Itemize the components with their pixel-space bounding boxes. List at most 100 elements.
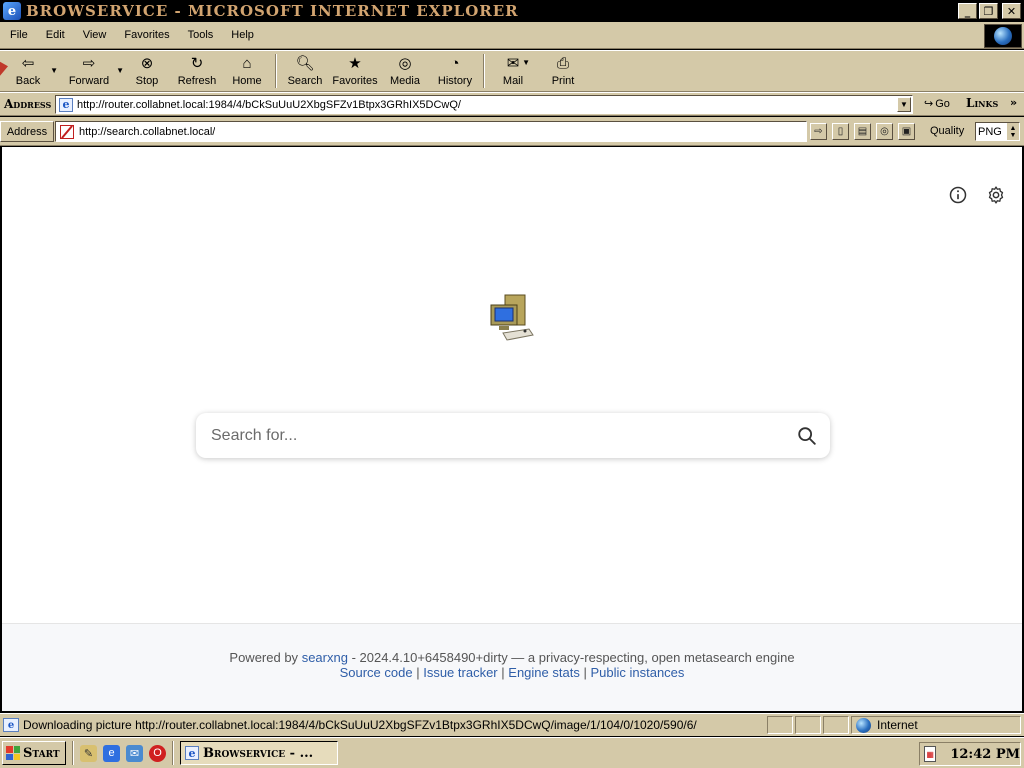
refresh-icon: ↻ [190,55,204,72]
menu-edit[interactable]: Edit [36,29,73,41]
bookmarks-list-icon[interactable]: ▤ [854,123,871,140]
menu-file[interactable]: File [0,29,36,41]
print-button[interactable]: ⎙ Print [538,54,588,90]
footer-links: Source code | Issue tracker | Engine sta… [2,665,1022,680]
mail-dropdown-icon[interactable]: ▼ [522,58,530,67]
status-panel [823,716,849,734]
footer-separator: | [501,665,505,680]
toolbar-separator [275,54,277,88]
media-icon: ◎ [398,55,412,72]
status-bar: e Downloading picture http://router.coll… [0,713,1024,736]
mail-button[interactable]: ✉ Mail ▼ [488,54,538,90]
search-button[interactable]: 🔍︎ Search [280,54,330,90]
public-instances-link[interactable]: Public instances [590,665,684,680]
address-toolbar: Address e http://router.collabnet.local:… [0,92,1024,116]
menu-favorites[interactable]: Favorites [114,29,177,41]
favorites-icon: ★ [348,55,362,72]
footer-separator: | [583,665,587,680]
clock[interactable]: 12:42 PM [950,747,1020,762]
forward-label: Forward [68,75,110,87]
stop-button[interactable]: ⊗ Stop [122,54,172,90]
task-label: Browservice - ... [203,745,314,761]
menu-bar: File Edit View Favorites Tools Help [0,22,1024,49]
address-url[interactable]: http://router.collabnet.local:1984/4/bCk… [77,99,461,111]
outlook-express-icon[interactable]: ✉ [126,744,143,762]
ie-app-icon[interactable]: e [3,2,21,20]
close-button[interactable]: ✕ [1002,3,1021,19]
media-label: Media [390,75,420,87]
searxng-link[interactable]: searxng [302,650,348,665]
page-top-icons [948,185,1006,205]
quality-select[interactable]: PNG ▲ ▼ [975,122,1020,141]
inner-address-label: Address [0,121,54,142]
find-icon[interactable]: ◎ [876,123,893,140]
taskbar: Start ✎ e ✉ O e Browservice - ... ▦ 12:4… [0,737,1024,768]
address-dropdown-icon[interactable]: ▼ [897,97,911,112]
links-chevron-icon[interactable]: » [1010,96,1017,109]
start-button[interactable]: Start [2,741,66,765]
internet-zone-icon [856,717,871,733]
page-footer: Powered by searxng - 2024.4.10+6458490+d… [2,623,1022,711]
browservice-toolbar: Address http://search.collabnet.local/ ⇨… [0,117,1024,146]
mail-icon: ✉ [506,55,520,72]
engine-stats-link[interactable]: Engine stats [508,665,580,680]
inner-address-input[interactable]: http://search.collabnet.local/ [55,121,807,142]
search-globe-icon: 🔍︎ [295,55,315,72]
windows-logo-icon [6,746,20,760]
menu-view[interactable]: View [73,29,115,41]
go-label: Go [935,97,950,110]
internet-explorer-icon[interactable]: e [103,744,120,762]
taskbar-window-button[interactable]: e Browservice - ... [180,741,338,765]
menu-help[interactable]: Help [221,29,262,41]
menu-tools[interactable]: Tools [178,29,222,41]
links-label[interactable]: Links [966,96,998,110]
title-bar: e Browservice - Microsoft Internet Explo… [0,0,1024,22]
search-icon[interactable] [796,425,818,447]
home-icon: ⌂ [242,54,252,72]
zone-label: Internet [877,718,918,732]
search-input[interactable] [196,426,796,445]
minimize-button[interactable]: _ [958,3,977,19]
forward-button[interactable]: ⇨ Forward ▼ [56,54,124,90]
status-panel [767,716,793,734]
favorites-button[interactable]: ★ Favorites [330,54,380,90]
home-label: Home [232,75,262,87]
media-button[interactable]: ◎ Media [380,54,430,90]
start-label: Start [23,745,60,761]
opera-icon[interactable]: O [149,744,166,762]
info-icon[interactable] [948,185,968,205]
history-button[interactable]: ◔ History [430,54,480,90]
bookmark-icon[interactable]: ▯ [832,123,849,140]
issue-tracker-link[interactable]: Issue tracker [423,665,497,680]
scheduler-icon[interactable]: ▦ [924,746,937,762]
system-tray: ▦ 12:42 PM [919,742,1021,766]
home-button[interactable]: ⌂ Home [222,54,272,90]
go-arrow-icon[interactable]: ⇨ [810,123,827,140]
settings-gear-icon[interactable] [986,185,1006,205]
back-button[interactable]: ⇦ Back ▼ [0,54,58,90]
clipboard-icon[interactable]: ▣ [898,123,915,140]
refresh-button[interactable]: ↻ Refresh [172,54,222,90]
mail-label: Mail [502,75,524,87]
address-input[interactable]: e http://router.collabnet.local:1984/4/b… [55,95,913,114]
standard-toolbar: ⇦ Back ▼ ⇨ Forward ▼ ⊗ Stop ↻ Refresh ⌂ … [0,50,1024,92]
inner-address-url[interactable]: http://search.collabnet.local/ [79,126,215,138]
status-text: Downloading picture http://router.collab… [23,718,697,732]
page-loading-icon: e [3,718,19,732]
address-label: Address [4,97,52,111]
taskbar-divider [72,741,74,765]
searxng-computer-logo-icon [490,294,534,341]
insecure-icon [60,124,74,139]
search-label: Search [287,75,323,87]
source-code-link[interactable]: Source code [340,665,413,680]
page-viewport: Powered by searxng - 2024.4.10+6458490+d… [2,147,1022,711]
quality-label: Quality [930,125,965,137]
globe-icon [994,27,1012,45]
quality-spinner-icon[interactable]: ▲ ▼ [1007,123,1019,140]
favorites-label: Favorites [332,75,378,87]
status-panel [795,716,821,734]
restore-button[interactable]: ❐ [979,3,998,19]
go-button[interactable]: ↪ Go [924,97,950,111]
inner-nav-icons: ⇨ ▯ ▤ ◎ ▣ [810,123,915,140]
show-desktop-icon[interactable]: ✎ [80,744,97,762]
